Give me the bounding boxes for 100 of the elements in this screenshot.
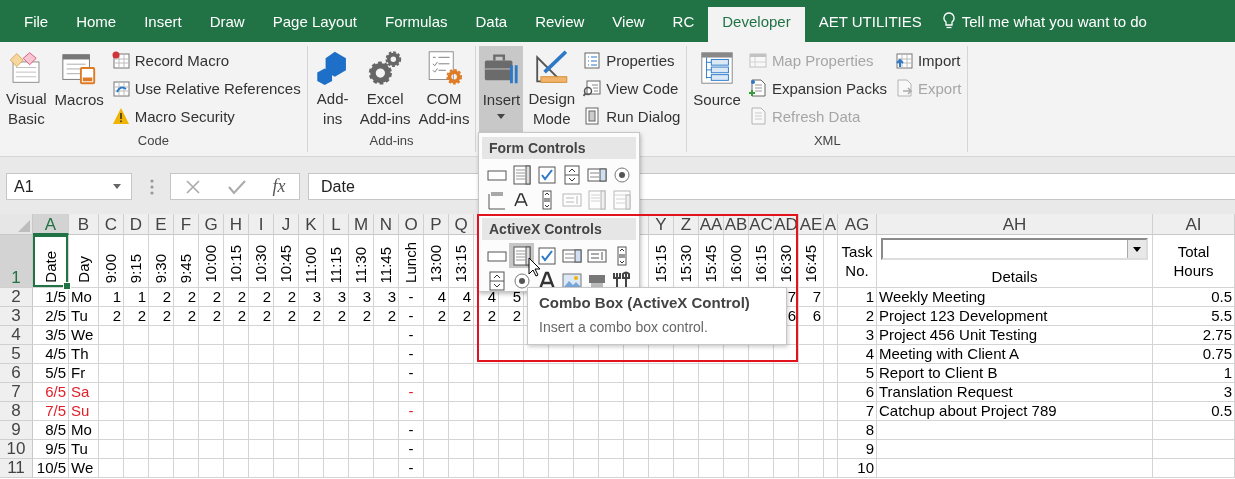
column-header[interactable]: AA — [699, 214, 724, 235]
table-cell — [99, 364, 124, 383]
ribbon-button[interactable]: Import — [891, 46, 965, 74]
ribbon-button[interactable]: Add- ins — [310, 46, 355, 131]
ribbon-tab[interactable]: AET UTILITIES — [804, 0, 936, 42]
table-cell: 7/5 — [33, 402, 69, 421]
column-header[interactable]: A — [33, 214, 69, 235]
row-header[interactable]: 4 — [0, 326, 33, 345]
insert-function-button[interactable]: fx — [272, 176, 286, 197]
ribbon-tab[interactable]: Formulas — [370, 0, 462, 42]
row-header[interactable]: 7 — [0, 383, 33, 402]
ribbon-button[interactable]: Visual Basic — [3, 46, 50, 131]
table-cell — [749, 364, 774, 383]
column-header[interactable]: O — [399, 214, 424, 235]
column-header[interactable]: AH — [877, 214, 1153, 235]
table-cell: 6/5 — [33, 383, 69, 402]
row-header[interactable]: 11 — [0, 459, 33, 478]
name-box[interactable]: A1 — [6, 173, 132, 200]
row-header[interactable]: 1 — [0, 235, 33, 288]
column-header[interactable]: N — [374, 214, 399, 235]
table-cell: 2 — [324, 307, 349, 326]
ribbon-button[interactable]: Properties — [580, 46, 684, 74]
table-cell — [824, 364, 838, 383]
fill-handle[interactable] — [63, 282, 71, 290]
column-header[interactable]: J — [274, 214, 299, 235]
column-header[interactable]: AC — [749, 214, 774, 235]
ribbon-tab[interactable]: File — [10, 0, 63, 42]
table-cell — [374, 383, 399, 402]
table-cell — [424, 345, 449, 364]
column-header[interactable]: Y — [649, 214, 674, 235]
list-scroll-icon — [586, 189, 607, 210]
table-cell — [574, 364, 599, 383]
table-cell: 10:00 — [199, 235, 224, 288]
table-cell: 2 — [99, 307, 124, 326]
ribbon-tab[interactable]: Developer — [708, 7, 805, 42]
ribbon-tab[interactable]: Insert — [130, 0, 196, 42]
ribbon-tab[interactable]: Home — [62, 0, 131, 42]
row-header[interactable]: 6 — [0, 364, 33, 383]
table-cell: 4 — [838, 345, 877, 364]
column-header[interactable]: I — [249, 214, 274, 235]
table-cell — [324, 402, 349, 421]
column-header[interactable]: B — [69, 214, 99, 235]
column-header[interactable]: M — [349, 214, 374, 235]
ribbon-button[interactable]: Macros — [51, 46, 107, 131]
column-header[interactable]: P — [424, 214, 449, 235]
row-header[interactable]: 2 — [0, 288, 33, 307]
column-header[interactable]: F — [174, 214, 199, 235]
column-header[interactable]: Z — [674, 214, 699, 235]
ribbon-tab[interactable]: Draw — [195, 0, 259, 42]
group-label: XML — [812, 132, 842, 150]
column-header[interactable]: AG — [838, 214, 877, 235]
column-header[interactable]: K — [299, 214, 324, 235]
ribbon-tab[interactable]: Data — [461, 0, 522, 42]
column-header[interactable]: L — [324, 214, 349, 235]
ribbon-tab[interactable]: Page Layout — [258, 0, 371, 42]
table-cell — [524, 383, 549, 402]
row-header[interactable]: 9 — [0, 421, 33, 440]
column-header[interactable]: C — [99, 214, 124, 235]
ribbon-button[interactable]: Macro Security — [108, 102, 304, 130]
table-cell: 9 — [838, 440, 877, 459]
table-cell — [249, 459, 274, 478]
column-header[interactable]: AE — [799, 214, 824, 235]
table-cell: 2 — [249, 288, 274, 307]
column-header[interactable]: H — [224, 214, 249, 235]
column-header[interactable]: D — [124, 214, 149, 235]
table-cell — [324, 421, 349, 440]
table-cell — [674, 440, 699, 459]
selected-cell[interactable]: Date — [33, 235, 69, 288]
row-header[interactable]: 3 — [0, 307, 33, 326]
column-header[interactable]: G — [199, 214, 224, 235]
table-cell — [274, 459, 299, 478]
ribbon-button[interactable]: Run Dialog — [580, 102, 684, 130]
ribbon-button[interactable]: Source — [690, 46, 744, 131]
ribbon-tab[interactable]: Review — [521, 0, 599, 42]
ribbon-tab[interactable]: View — [598, 0, 659, 42]
section-header: ActiveX Controls — [482, 218, 636, 240]
table-cell — [274, 440, 299, 459]
ribbon-button[interactable]: COM Add-ins — [415, 46, 473, 131]
search-field[interactable]: Tell me what you want to do — [935, 0, 1153, 42]
row-header[interactable]: 8 — [0, 402, 33, 421]
ribbon-button[interactable]: Excel Add-ins — [356, 46, 414, 131]
ribbon-button[interactable]: Expansion Packs — [745, 74, 890, 102]
table-cell: 1 — [124, 288, 149, 307]
ribbon-button[interactable]: View Code — [580, 74, 684, 102]
ribbon-tab[interactable]: RC — [658, 0, 709, 42]
table-cell — [724, 440, 749, 459]
table-cell: Lunch — [399, 235, 424, 288]
ribbon-button[interactable]: Design Mode — [525, 46, 579, 131]
combo-box[interactable] — [881, 238, 1148, 260]
ribbon-button[interactable]: Use Relative References — [108, 74, 304, 102]
column-header[interactable]: Q — [449, 214, 474, 235]
column-header[interactable]: E — [149, 214, 174, 235]
column-header[interactable]: A — [824, 214, 838, 235]
table-cell — [599, 402, 624, 421]
cell-text: Date — [41, 251, 60, 283]
row-header[interactable]: 10 — [0, 440, 33, 459]
column-header[interactable]: AI — [1153, 214, 1235, 235]
ribbon-button[interactable]: Record Macro — [108, 46, 304, 74]
row-header[interactable]: 5 — [0, 345, 33, 364]
column-header[interactable]: AB — [724, 214, 749, 235]
